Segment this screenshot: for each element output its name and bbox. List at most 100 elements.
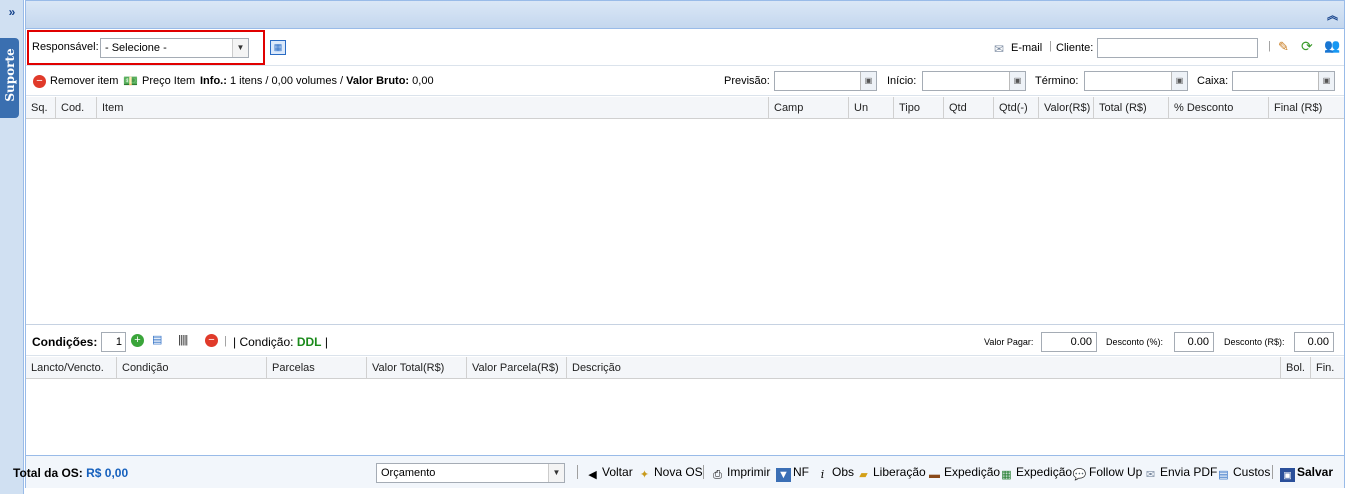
price-tag-icon[interactable]: 💵: [123, 74, 138, 88]
info-text: 1 itens / 0,00 volumes /: [229, 75, 344, 87]
save-icon: ▣: [1280, 468, 1295, 482]
previsao-input[interactable]: ▣: [774, 71, 877, 91]
termino-input[interactable]: ▣: [1084, 71, 1188, 91]
col-tipo[interactable]: Tipo: [893, 97, 943, 119]
salvar-label: Salvar: [1297, 465, 1334, 479]
col-condicao[interactable]: Condição: [116, 357, 266, 379]
condicoes-label: Condições:: [32, 335, 98, 349]
table-icon: ▤: [1218, 469, 1229, 481]
follow-up-button[interactable]: 💬 Follow Up: [1072, 465, 1143, 482]
responsavel-select[interactable]: - Selecione - ▼: [100, 38, 249, 58]
expedicao-sheet-button[interactable]: ▦ Expedição: [999, 465, 1072, 482]
ticket-icon[interactable]: ▤: [152, 333, 162, 347]
col-parcelas[interactable]: Parcelas: [266, 357, 366, 379]
col-bol[interactable]: Bol.: [1280, 357, 1310, 379]
calendar-icon[interactable]: ▣: [860, 72, 876, 90]
col-final[interactable]: Final (R$): [1268, 97, 1344, 119]
col-descricao[interactable]: Descrição: [566, 357, 1280, 379]
valor-pagar-input[interactable]: 0.00: [1041, 332, 1097, 352]
desconto-pct-input[interactable]: 0.00: [1174, 332, 1214, 352]
imprimir-label: Imprimir: [727, 465, 771, 479]
col-valor-total[interactable]: Valor Total(R$): [366, 357, 466, 379]
payments-grid-body[interactable]: [26, 379, 1344, 455]
desconto-rs-input[interactable]: 0.00: [1294, 332, 1334, 352]
info-summary: Info.: 1 itens / 0,00 volumes / Valor Br…: [200, 75, 434, 87]
condicoes-count-input[interactable]: 1: [101, 332, 126, 352]
calculator-icon[interactable]: ▦: [270, 40, 286, 55]
edit-client-icon[interactable]: ✎: [1278, 40, 1289, 54]
items-grid-body[interactable]: [26, 119, 1344, 324]
cliente-input[interactable]: [1097, 38, 1258, 58]
email-icon: ✉: [1145, 469, 1156, 481]
caixa-input[interactable]: ▣: [1232, 71, 1335, 91]
follow-up-label: Follow Up: [1089, 465, 1143, 479]
panel-title-bar: ︽: [26, 1, 1344, 29]
status-value: Orçamento: [381, 467, 436, 479]
caixa-label: Caixa:: [1197, 75, 1229, 87]
nova-os-button[interactable]: ✦ Nova OS: [637, 465, 703, 482]
salvar-button[interactable]: ▣ Salvar: [1280, 465, 1333, 482]
col-desconto[interactable]: % Desconto: [1168, 97, 1268, 119]
add-icon[interactable]: +: [131, 334, 144, 347]
users-icon[interactable]: 👥: [1324, 39, 1340, 53]
calendar-icon[interactable]: ▣: [1009, 72, 1025, 90]
info-icon: i: [820, 468, 825, 481]
col-item[interactable]: Item: [96, 97, 768, 119]
valor-bruto-label: Valor Bruto:: [346, 75, 410, 87]
spreadsheet-icon: ▦: [1001, 469, 1012, 481]
custos-button[interactable]: ▤ Custos: [1216, 465, 1270, 482]
expand-panel-icon[interactable]: »: [0, 0, 24, 24]
valor-pagar-label: Valor Pagar:: [984, 337, 1034, 347]
col-fin[interactable]: Fin.: [1310, 357, 1344, 379]
col-un[interactable]: Un: [848, 97, 893, 119]
voltar-label: Voltar: [602, 465, 633, 479]
left-strip: » Suporte: [0, 0, 24, 494]
col-sq[interactable]: Sq.: [26, 97, 55, 119]
chevron-down-icon: ▼: [548, 464, 564, 482]
magic-wand-icon: ✦: [639, 469, 650, 481]
calendar-icon[interactable]: ▣: [1171, 72, 1187, 90]
condicao-label: | Condição:: [233, 335, 294, 349]
refresh-icon[interactable]: ⟳: [1301, 39, 1313, 53]
voltar-button[interactable]: ◀ Voltar: [585, 465, 633, 482]
remove-icon[interactable]: −: [33, 75, 46, 88]
obs-button[interactable]: i Obs: [815, 465, 854, 482]
footer-toolbar: Total da OS: R$ 0,00 Orçamento ▼ ◀ Voltar…: [13, 455, 1344, 488]
col-camp[interactable]: Camp: [768, 97, 848, 119]
liberacao-button[interactable]: ▰ Liberação: [856, 465, 925, 482]
preco-item-button[interactable]: Preço Item: [142, 75, 195, 87]
total-value: R$ 0,00: [86, 466, 129, 480]
remove-icon[interactable]: −: [205, 334, 218, 347]
header-row: Responsável: - Selecione - ▼ ▦ ✉ E-mail …: [26, 30, 1344, 66]
remover-item-button[interactable]: Remover item: [50, 75, 118, 87]
status-select[interactable]: Orçamento ▼: [376, 463, 565, 483]
col-valor[interactable]: Valor(R$): [1038, 97, 1093, 119]
col-valor-parcela[interactable]: Valor Parcela(R$): [466, 357, 566, 379]
imprimir-button[interactable]: ⎙ Imprimir: [710, 465, 770, 482]
col-total[interactable]: Total (R$): [1093, 97, 1168, 119]
printer-icon: ⎙: [713, 469, 722, 481]
inicio-label: Início:: [887, 75, 917, 87]
nf-button[interactable]: ▼ NF: [776, 465, 809, 482]
email-link[interactable]: E-mail: [1011, 42, 1042, 54]
inicio-input[interactable]: ▣: [922, 71, 1026, 91]
expedicao-truck-button[interactable]: ▬ Expedição: [927, 465, 1000, 482]
calendar-icon[interactable]: ▣: [1318, 72, 1334, 90]
col-cod[interactable]: Cod.: [55, 97, 96, 119]
col-lancto[interactable]: Lancto/Vencto.: [26, 357, 116, 379]
suporte-tab[interactable]: Suporte: [0, 38, 19, 118]
envia-pdf-button[interactable]: ✉ Envia PDF: [1143, 465, 1217, 482]
expedicao-sheet-label: Expedição: [1016, 465, 1073, 479]
desconto-pct-label: Desconto (%):: [1106, 337, 1164, 347]
custos-label: Custos: [1233, 465, 1271, 479]
items-grid-header: Sq. Cod. Item Camp Un Tipo Qtd Qtd(-) Va…: [26, 97, 1344, 119]
condicao-value: DDL: [296, 335, 322, 349]
obs-label: Obs: [832, 465, 855, 479]
responsavel-label: Responsável:: [32, 41, 99, 53]
collapse-up-icon[interactable]: ︽: [1327, 7, 1338, 23]
col-qtd-menos[interactable]: Qtd(-): [993, 97, 1038, 119]
col-qtd[interactable]: Qtd: [943, 97, 993, 119]
barcode-icon[interactable]: |||||: [178, 333, 188, 347]
suporte-tab-label: Suporte: [3, 48, 17, 102]
chevron-down-icon: ▼: [232, 39, 248, 57]
